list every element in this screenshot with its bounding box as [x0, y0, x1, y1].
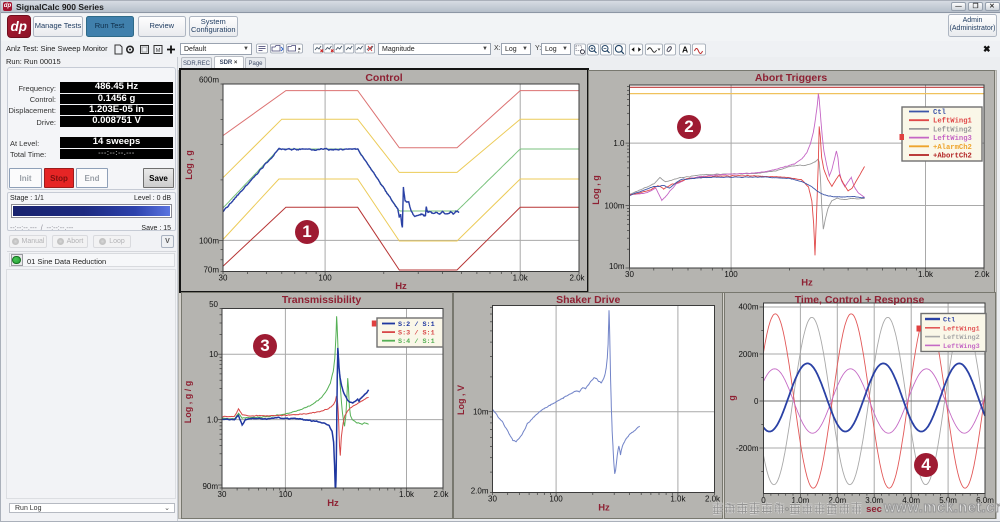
svg-text:M: M: [156, 48, 161, 54]
svg-text:A: A: [682, 44, 688, 54]
